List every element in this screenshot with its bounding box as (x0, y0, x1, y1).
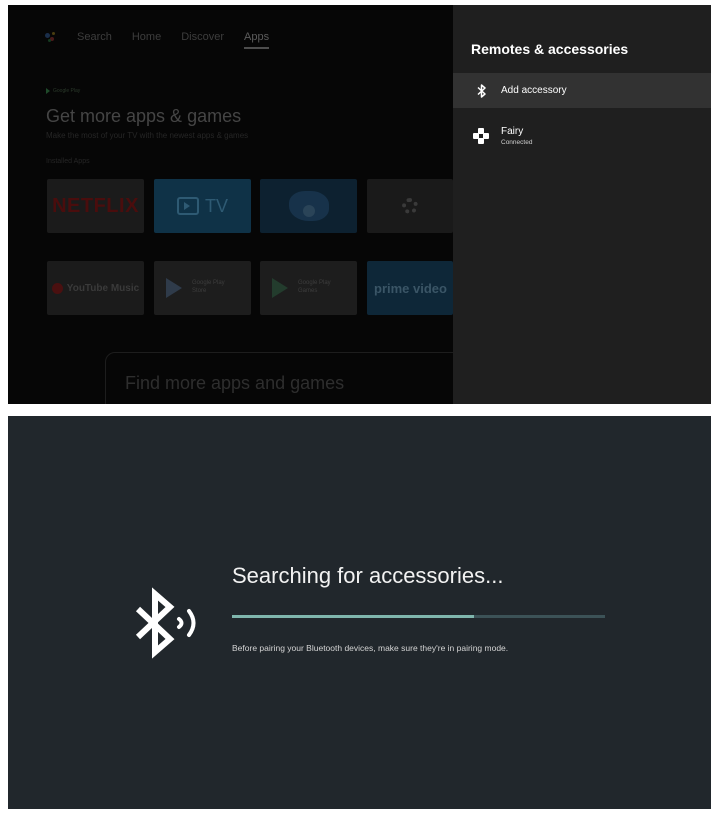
remotes-accessories-panel: Remotes & accessories Add accessory Fair… (453, 5, 711, 404)
add-accessory-button[interactable]: Add accessory (453, 73, 711, 108)
play-games-label: Google Play Games (298, 280, 331, 294)
device-status: Connected (501, 139, 533, 146)
app-tile-prime-video[interactable]: prime video (367, 261, 453, 315)
tv-label: TV (204, 195, 228, 216)
searching-title: Searching for accessories... (232, 563, 504, 588)
gear-icon (402, 198, 418, 214)
gamepad-icon (473, 128, 489, 144)
installed-apps-label: Installed Apps (46, 158, 90, 165)
google-assistant-icon (45, 31, 57, 43)
nav-discover[interactable]: Discover (181, 31, 224, 43)
netflix-logo: NETFLIX (52, 194, 139, 217)
app-tile-play-games[interactable]: Google Play Games (260, 261, 357, 315)
play-store-label: Google Play Store (192, 280, 225, 294)
play-games-icon (272, 278, 288, 298)
search-progress-fill (232, 615, 475, 618)
find-more-text: Find more apps and games (125, 373, 345, 393)
pairing-screenshot: Searching for accessories... Before pair… (8, 416, 711, 809)
settings-screenshot: Search Home Discover Apps Google Play Ge… (8, 5, 711, 404)
device-name: Fairy (501, 126, 524, 137)
apps-headline: Get more apps & games (46, 106, 242, 126)
nav-search[interactable]: Search (77, 31, 112, 43)
app-tile-netflix[interactable]: NETFLIX (47, 179, 144, 233)
tv-icon (176, 197, 199, 215)
play-store-icon (166, 278, 182, 298)
games-artwork-icon (288, 191, 329, 221)
nav-apps[interactable]: Apps (244, 31, 270, 49)
google-play-icon (46, 88, 50, 94)
youtube-music-icon (51, 282, 63, 294)
bluetooth-searching-icon (130, 579, 220, 669)
google-play-text: Google Play (53, 88, 81, 94)
add-accessory-label: Add accessory (501, 85, 567, 96)
tv-home-dimmed: Search Home Discover Apps Google Play Ge… (8, 5, 453, 404)
app-tile-youtube-music[interactable]: YouTube Music (47, 261, 144, 315)
youtube-music-label: YouTube Music (66, 282, 140, 294)
top-nav: Search Home Discover Apps (45, 31, 270, 49)
app-tile-play-store[interactable]: Google Play Store (154, 261, 251, 315)
nav-home[interactable]: Home (132, 31, 161, 43)
device-item-fairy[interactable]: Fairy Connected (453, 121, 711, 151)
app-tile-settings[interactable] (367, 179, 453, 233)
app-tile-games[interactable] (260, 179, 357, 233)
apps-subtitle: Make the most of your TV with the newest… (46, 131, 249, 140)
prime-video-logo: prime video (374, 280, 447, 296)
app-tile-tv[interactable]: TV (154, 179, 251, 233)
panel-title: Remotes & accessories (471, 41, 629, 57)
google-play-label: Google Play (46, 88, 80, 94)
bluetooth-icon (475, 83, 489, 98)
pairing-hint: Before pairing your Bluetooth devices, m… (232, 643, 509, 653)
search-progress-bar (232, 615, 605, 618)
